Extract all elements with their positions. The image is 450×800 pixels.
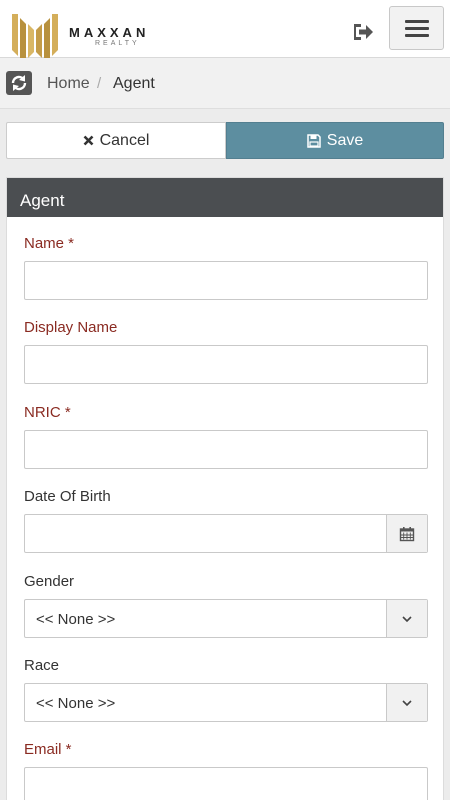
panel-title: Agent [7,178,443,217]
date-picker-button[interactable] [386,515,427,552]
nric-input[interactable] [24,430,428,469]
form-actions: Cancel Save [6,122,444,159]
name-input[interactable] [24,261,428,300]
agent-form-panel: Agent Name * Display Name NRIC * Date Of… [6,177,444,800]
refresh-icon [11,75,27,91]
date-of-birth-label: Date Of Birth [24,488,111,505]
gender-dropdown-toggle[interactable] [386,600,427,637]
race-dropdown-toggle[interactable] [386,684,427,721]
nric-label: NRIC * [24,404,71,421]
top-navbar: MAXXAN REALTY [0,0,450,58]
display-name-label: Display Name [24,319,118,336]
logout-icon [354,24,373,40]
breadcrumb-home-link[interactable]: Home [47,75,90,93]
cancel-button-label: Cancel [99,131,150,149]
email-label: Email * [24,741,72,758]
gender-select[interactable]: << None >> [24,599,428,638]
logout-button[interactable] [351,21,375,43]
breadcrumb-current: Agent [113,75,155,92]
gender-selected-value: << None >> [36,611,116,628]
times-icon [83,135,94,146]
calendar-icon [399,526,415,541]
breadcrumb: Home / Agent [0,58,450,109]
name-label: Name * [24,235,75,252]
race-selected-value: << None >> [36,695,116,712]
brand-name: MAXXAN [69,25,150,40]
display-name-input[interactable] [24,345,428,384]
chevron-down-icon [402,615,412,622]
brand-logo-mark [12,14,58,58]
save-button-label: Save [326,131,364,149]
breadcrumb-separator: / [97,75,102,92]
cancel-button[interactable]: Cancel [6,122,226,159]
floppy-disk-icon [307,133,321,148]
email-input[interactable] [24,767,428,800]
date-of-birth-input[interactable] [24,514,428,553]
refresh-button[interactable] [6,71,32,95]
brand-logo[interactable]: MAXXAN REALTY [12,12,162,58]
save-button[interactable]: Save [226,122,444,159]
race-select[interactable]: << None >> [24,683,428,722]
brand-subtitle: REALTY [95,40,140,47]
menu-toggle-button[interactable] [389,6,444,50]
race-label: Race [24,657,60,674]
chevron-down-icon [402,699,412,706]
gender-label: Gender [24,573,75,590]
